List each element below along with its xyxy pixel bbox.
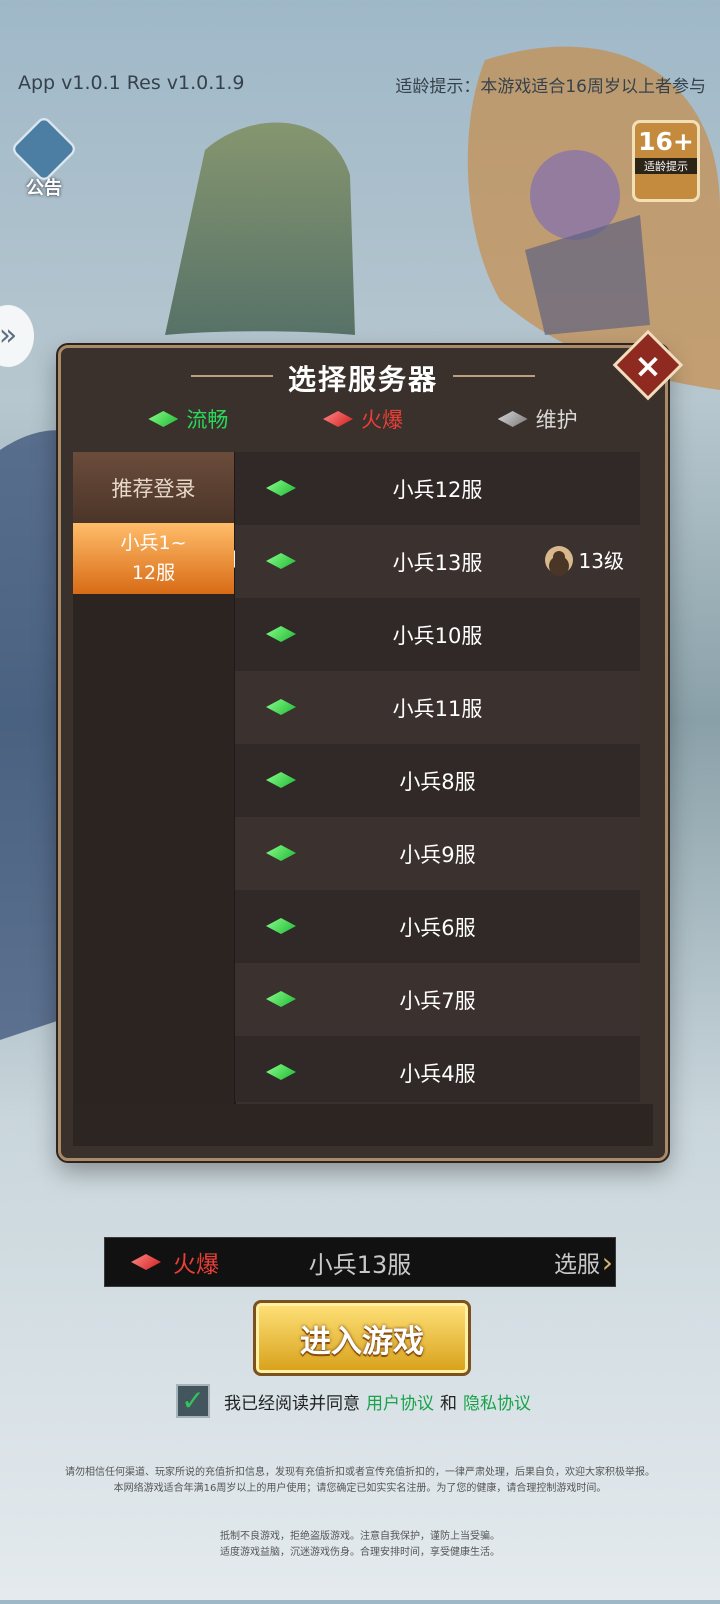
server-row[interactable]: 小兵12服: [235, 452, 640, 525]
notice-button[interactable]: 公告: [9, 114, 79, 199]
server-group-panel: 推荐登录 小兵1~ 12服: [73, 452, 244, 1106]
server-select-dialog: 选择服务器 × 流畅 火爆 维护 推荐登录 小兵1~ 12服 小兵12服 小兵1…: [58, 329, 684, 1161]
privacy-agreement-link[interactable]: 隐私协议: [463, 1389, 531, 1414]
age-tip: 适龄提示：本游戏适合16周岁以上者参与: [395, 77, 706, 97]
agreement-conjunction: 和: [440, 1393, 457, 1414]
age-rating-badge: 16+ 适龄提示: [632, 120, 700, 202]
player-level: 13级: [544, 545, 624, 574]
disclaimer: 请勿相信任何渠道、玩家所说的充值折扣信息，发现有充值折扣或者宣传充值折扣的，一律…: [10, 1465, 710, 1497]
server-status-icon: [266, 626, 296, 642]
user-icon: [544, 545, 573, 574]
server-name: 小兵9服: [399, 842, 476, 867]
legend-maintenance: 维护: [497, 404, 578, 434]
status-legend: 流畅 火爆 维护: [61, 404, 665, 434]
server-name: 小兵7服: [399, 988, 476, 1013]
dialog-bottom-strip: [73, 1104, 653, 1146]
server-row[interactable]: 小兵13服 13级: [235, 525, 640, 598]
server-list[interactable]: 小兵12服 小兵13服 13级 小兵10服 小兵11服 小兵8服 小兵9服 小兵6…: [235, 452, 640, 1102]
server-row[interactable]: 小兵6服: [235, 890, 640, 963]
side-expand-icon[interactable]: »: [0, 305, 34, 367]
disclaimer-line: 本网络游戏适合年满16周岁以上的用户使用；请您确定已如实实名注册。为了您的健康，…: [113, 1483, 607, 1494]
legend-label: 流畅: [186, 408, 229, 432]
close-icon: ×: [634, 345, 662, 385]
server-status-icon: [266, 699, 296, 715]
enter-game-button[interactable]: 进入游戏: [253, 1300, 471, 1376]
server-group-label: 小兵1~ 12服: [120, 532, 187, 584]
age-rating-caption: 适龄提示: [635, 158, 697, 174]
server-status-icon: [266, 480, 296, 496]
server-row[interactable]: 小兵4服: [235, 1036, 640, 1102]
current-server-name: 小兵13服: [308, 1250, 412, 1279]
tab-recommended[interactable]: 推荐登录: [73, 452, 234, 523]
dialog-title: 选择服务器: [287, 363, 438, 396]
change-server-button[interactable]: 选服: [554, 1245, 600, 1279]
player-level-text: 13级: [578, 549, 624, 573]
server-status-icon: [266, 1064, 296, 1080]
health-line: 抵制不良游戏，拒绝盗版游戏。注意自我保护，谨防上当受骗。: [220, 1531, 500, 1542]
gray-gem-icon: [497, 411, 528, 427]
agreement: ✓ 我已经阅读并同意 用户协议 和 隐私协议: [176, 1384, 537, 1418]
server-name: 小兵11服: [392, 696, 483, 721]
server-status-icon: [266, 991, 296, 1007]
server-row[interactable]: 小兵7服: [235, 963, 640, 1036]
legend-smooth: 流畅: [148, 404, 228, 434]
title-decoration-right: [453, 375, 535, 377]
green-gem-icon: [148, 411, 179, 427]
current-server-bar[interactable]: 火爆 小兵13服 选服 ›: [104, 1237, 616, 1287]
agreement-checkbox[interactable]: ✓: [176, 1384, 210, 1418]
server-name: 小兵12服: [392, 477, 483, 502]
red-gem-icon: [322, 411, 353, 427]
legend-label: 维护: [535, 408, 578, 432]
agreement-text: 我已经阅读并同意: [224, 1393, 360, 1414]
user-agreement-link[interactable]: 用户协议: [366, 1389, 434, 1414]
server-name: 小兵13服: [392, 550, 483, 575]
version-text: App v1.0.1 Res v1.0.1.9: [18, 72, 245, 94]
age-rating-number: 16+: [638, 127, 694, 156]
health-notice: 抵制不良游戏，拒绝盗版游戏。注意自我保护，谨防上当受骗。 适度游戏益脑，沉迷游戏…: [0, 1529, 720, 1561]
server-status-icon: [266, 918, 296, 934]
server-status-icon: [266, 845, 296, 861]
disclaimer-line: 请勿相信任何渠道、玩家所说的充值折扣信息，发现有充值折扣或者宣传充值折扣的，一律…: [65, 1467, 655, 1478]
server-name: 小兵8服: [399, 769, 476, 794]
server-name: 小兵6服: [399, 915, 476, 940]
legend-hot: 火爆: [322, 404, 403, 434]
server-row[interactable]: 小兵10服: [235, 598, 640, 671]
server-name: 小兵4服: [399, 1061, 476, 1086]
server-row[interactable]: 小兵9服: [235, 817, 640, 890]
chevron-right-icon: ›: [601, 1245, 613, 1279]
server-status-icon: [266, 772, 296, 788]
notice-icon: [9, 114, 79, 184]
health-line: 适度游戏益脑，沉迷游戏伤身。合理安排时间，享受健康生活。: [220, 1547, 500, 1558]
server-name: 小兵10服: [392, 623, 483, 648]
legend-label: 火爆: [360, 408, 403, 432]
server-status-icon: [266, 553, 296, 569]
server-row[interactable]: 小兵8服: [235, 744, 640, 817]
server-row[interactable]: 小兵11服: [235, 671, 640, 744]
tab-server-group[interactable]: 小兵1~ 12服: [73, 523, 244, 594]
